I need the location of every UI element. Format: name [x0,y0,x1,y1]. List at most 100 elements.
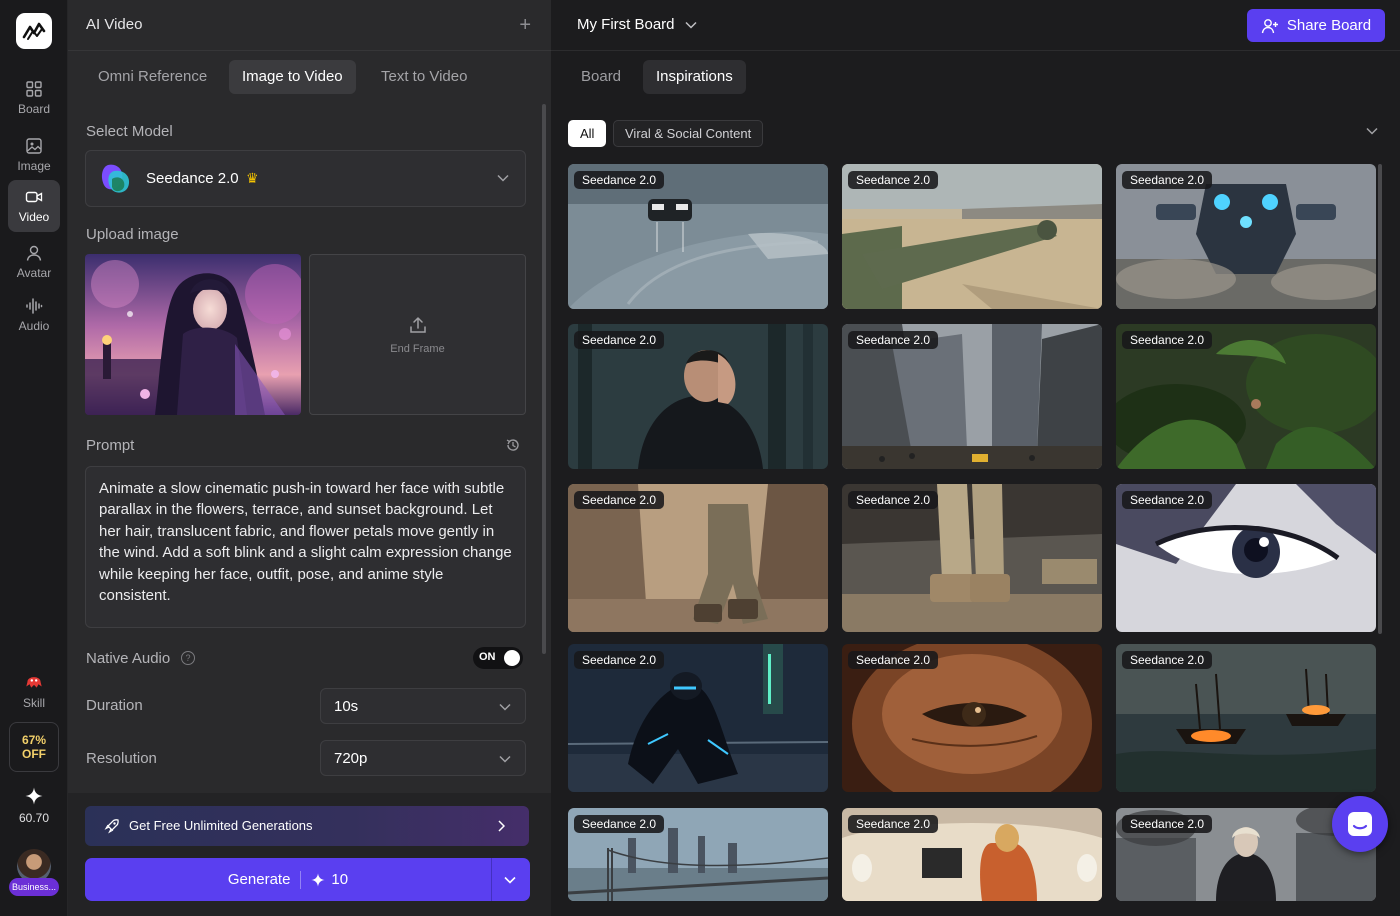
inspiration-tile[interactable]: Seedance 2.0 [1116,484,1376,632]
promo-off: OFF [22,747,46,761]
select-model-label: Select Model [86,123,173,140]
add-person-icon [1261,18,1278,33]
info-icon[interactable]: ? [181,651,195,665]
support-chat-button[interactable] [1332,796,1388,852]
free-generations-banner[interactable]: Get Free Unlimited Generations [85,806,529,846]
credits-indicator[interactable]: 60.70 [8,785,60,825]
rail-item-label: Skill [22,696,45,710]
inspiration-tile[interactable]: Seedance 2.0 [568,164,828,309]
model-badge: Seedance 2.0 [574,331,665,349]
generate-button[interactable]: Generate 10 [85,858,530,901]
upload-image-label: Upload image [86,226,179,243]
duration-select[interactable]: 10s [320,688,526,724]
generate-main[interactable]: Generate 10 [85,858,491,901]
app-logo[interactable] [16,13,52,49]
chevron-down-icon [499,755,511,763]
rail-item-audio[interactable]: Audio [8,289,60,341]
model-badge: Seedance 2.0 [1122,815,1213,833]
native-audio-label: Native Audio [86,650,171,667]
model-badge: Seedance 2.0 [574,491,665,509]
generate-separator [491,858,492,901]
chat-icon [1348,812,1372,836]
uploaded-start-frame[interactable] [85,254,301,415]
model-badge: Seedance 2.0 [574,171,665,189]
prompt-label: Prompt [86,437,135,454]
inspiration-tile[interactable]: Seedance 2.0 [568,808,828,901]
model-name: Seedance 2.0 [146,170,239,187]
seedance-logo-icon [101,164,130,193]
rocket-icon [104,819,119,834]
waveform-icon [26,298,43,314]
chevron-down-icon[interactable] [685,21,697,29]
model-badge: Seedance 2.0 [1122,331,1213,349]
discount-promo-button[interactable]: 67% OFF [9,722,59,772]
inspiration-tile[interactable]: Seedance 2.0 [1116,164,1376,309]
inspiration-tile[interactable]: Seedance 2.0 [1116,644,1376,792]
native-audio-toggle[interactable]: ON [473,647,523,669]
end-frame-upload[interactable]: End Frame [309,254,526,415]
inspiration-tile[interactable]: Seedance 2.0 [568,644,828,792]
generate-label: Generate [227,871,291,888]
rail-item-image[interactable]: Image [8,129,60,181]
filter-all[interactable]: All [568,120,607,147]
tab-omni-reference[interactable]: Omni Reference [85,60,220,94]
model-badge: Seedance 2.0 [848,815,939,833]
rail-item-label: Avatar [16,266,52,280]
inspiration-tile[interactable]: Seedance 2.0 [842,164,1102,309]
sparkle-icon [311,872,326,887]
resolution-value: 720p [334,750,368,767]
plan-badge[interactable]: Business... [9,878,59,896]
inspiration-tile[interactable]: Seedance 2.0 [842,484,1102,632]
crown-icon: ♛ [246,170,259,186]
inspiration-tile[interactable]: Seedance 2.0 [842,808,1102,901]
model-badge: Seedance 2.0 [574,651,665,669]
left-rail: Board Image Video Avatar Audio Skill 67%… [0,0,68,916]
logo-mark-icon [22,22,46,40]
share-board-label: Share Board [1286,17,1372,34]
inspiration-tile[interactable]: Seedance 2.0 [842,644,1102,792]
resolution-label: Resolution [86,750,157,767]
inspiration-tile[interactable]: Seedance 2.0 [842,324,1102,469]
image-icon [26,138,42,154]
panel-header: AI Video + [68,0,551,51]
rail-item-label: Board [17,102,51,116]
model-badge: Seedance 2.0 [848,491,939,509]
rail-item-skill[interactable]: Skill [8,664,60,716]
tab-board[interactable]: Board [568,60,634,94]
filter-viral-social[interactable]: Viral & Social Content [613,120,764,147]
sparkle-icon [25,787,43,805]
tab-image-to-video[interactable]: Image to Video [229,60,356,94]
model-select[interactable]: Seedance 2.0 ♛ [85,150,526,207]
free-banner-text: Get Free Unlimited Generations [129,818,313,833]
inspiration-tile[interactable]: Seedance 2.0 [1116,324,1376,469]
generate-cost-value: 10 [331,871,349,888]
board-title[interactable]: My First Board [577,16,675,33]
inspiration-tile[interactable]: Seedance 2.0 [568,484,828,632]
chevron-down-icon[interactable] [504,876,516,884]
model-badge: Seedance 2.0 [1122,651,1213,669]
rail-item-board[interactable]: Board [8,72,60,124]
history-icon[interactable] [505,437,521,453]
generate-divider [300,870,302,889]
board-scrollbar[interactable] [1378,164,1382,634]
chevron-down-icon [499,703,511,711]
toggle-state: ON [479,651,496,663]
tab-inspirations[interactable]: Inspirations [643,60,746,94]
model-badge: Seedance 2.0 [1122,491,1213,509]
promo-percent: 67% [21,733,47,747]
board-area: My First Board Share Board Board Inspira… [551,0,1400,916]
add-icon[interactable]: + [519,15,531,35]
share-board-button[interactable]: Share Board [1247,9,1385,42]
model-badge: Seedance 2.0 [574,815,665,833]
chevron-down-icon[interactable] [1366,127,1378,135]
inspiration-tile[interactable]: Seedance 2.0 [568,324,828,469]
generation-panel: AI Video + Omni Reference Image to Video… [68,0,551,916]
end-frame-label: End Frame [390,342,445,355]
panel-scrollbar[interactable] [542,104,546,654]
duration-value: 10s [334,698,359,715]
rail-item-avatar[interactable]: Avatar [8,236,60,288]
rail-item-video[interactable]: Video [8,180,60,232]
prompt-textarea[interactable]: Animate a slow cinematic push-in toward … [85,466,526,628]
resolution-select[interactable]: 720p [320,740,526,776]
tab-text-to-video[interactable]: Text to Video [368,60,480,94]
